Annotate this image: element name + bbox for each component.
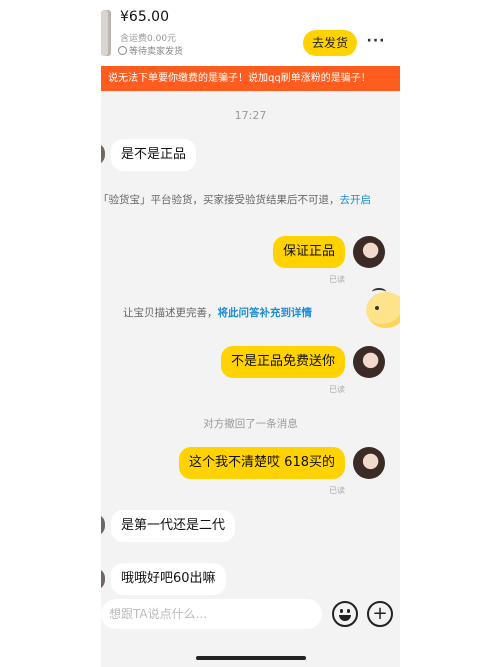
message-bubble-outgoing[interactable]: 这个我不清楚哎 618买的 xyxy=(179,447,345,479)
message-bubble-outgoing[interactable]: 保证正品 xyxy=(272,236,345,268)
enable-inspection-link[interactable]: 去开启 xyxy=(340,194,372,206)
read-receipt: 已读 xyxy=(329,486,345,495)
home-indicator[interactable] xyxy=(196,656,306,660)
ship-button[interactable]: 去发货 xyxy=(303,30,357,56)
chat-screen: ¥65.00 含运费0.00元 等待卖家发货 去发货 ··· ：说无法下单要你缴… xyxy=(101,0,400,667)
message-input[interactable]: 想跟TA说点什么... xyxy=(101,599,322,629)
order-header: ¥65.00 含运费0.00元 等待卖家发货 去发货 ··· xyxy=(101,0,400,66)
order-status-label: 等待卖家发货 xyxy=(129,47,184,57)
fraud-warning-text: ：说无法下单要你缴费的是骗子！说加qq刷单涨粉的是骗子！ xyxy=(101,73,371,84)
mascot-icon[interactable] xyxy=(366,288,400,328)
message-bubble-outgoing[interactable]: 不是正品免费送你 xyxy=(220,346,345,378)
shipping-fee: 含运费0.00元 xyxy=(120,34,177,44)
read-receipt: 已读 xyxy=(329,385,345,394)
more-options-button[interactable]: ··· xyxy=(361,30,391,56)
seller-avatar[interactable] xyxy=(353,447,385,479)
seller-avatar[interactable] xyxy=(353,236,385,268)
buyer-avatar[interactable] xyxy=(101,514,105,536)
read-receipt: 已读 xyxy=(329,275,345,284)
order-price: ¥65.00 xyxy=(120,9,169,25)
emoji-icon[interactable] xyxy=(332,601,358,627)
add-faq-link[interactable]: 将此问答补充到详情 xyxy=(218,307,313,319)
buyer-avatar[interactable] xyxy=(101,143,105,165)
buyer-avatar[interactable] xyxy=(101,568,105,590)
fraud-warning-banner: ：说无法下单要你缴费的是骗子！说加qq刷单涨粉的是骗子！ xyxy=(101,66,400,91)
message-bubble-incoming[interactable]: 是第一代还是二代 xyxy=(111,510,236,542)
recall-notice: 对方撤回了一条消息 xyxy=(203,418,298,430)
seller-avatar[interactable] xyxy=(353,346,385,378)
inspection-notice-text: 「验货宝」平台验货，买家接受验货结果后不可退， xyxy=(101,194,340,206)
chat-timestamp: 17:27 xyxy=(234,109,267,122)
faq-suggestion: 让宝贝描述更完善，将此问答补充到详情 xyxy=(123,305,312,321)
order-status: 等待卖家发货 xyxy=(118,44,183,57)
message-bubble-incoming[interactable]: 哦哦好吧60出嘛 xyxy=(111,563,226,595)
plus-icon[interactable]: + xyxy=(367,601,393,627)
inspection-notice: 「验货宝」平台验货，买家接受验货结果后不可退，去开启 xyxy=(101,192,393,208)
clock-icon xyxy=(118,46,127,55)
product-thumbnail[interactable] xyxy=(101,10,111,56)
message-bubble-incoming[interactable]: 是不是正品 xyxy=(111,139,197,171)
faq-suggestion-text: 让宝贝描述更完善， xyxy=(123,307,218,319)
